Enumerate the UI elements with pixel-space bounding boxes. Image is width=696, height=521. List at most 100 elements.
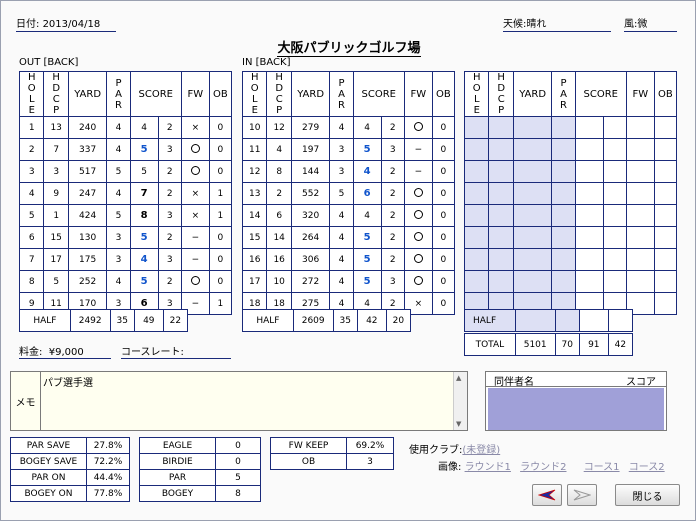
image-link-course2[interactable]: コース2 xyxy=(629,462,665,473)
hole-fw[interactable]: − xyxy=(180,226,210,249)
extra-half-score xyxy=(578,309,609,332)
memo-scrollbar[interactable]: ▲ ▼ xyxy=(453,372,467,430)
hole-putt[interactable]: 2 xyxy=(380,204,405,227)
empty-cell xyxy=(625,248,655,271)
empty-cell xyxy=(551,270,576,293)
empty-cell xyxy=(488,226,514,249)
hole-score[interactable]: 5 xyxy=(129,226,159,249)
hole-fw[interactable]: × xyxy=(180,182,210,205)
memo-text[interactable]: パブ選手選 xyxy=(43,374,93,389)
hole-ob[interactable]: 0 xyxy=(431,182,456,205)
hole-putt[interactable]: 3 xyxy=(157,204,182,227)
hole-ob[interactable]: 0 xyxy=(208,116,233,139)
stat-row: EAGLE 0 xyxy=(139,437,261,454)
hole-fw[interactable] xyxy=(403,116,433,139)
hole-score[interactable]: 5 xyxy=(352,226,382,249)
hole-score[interactable]: 4 xyxy=(129,248,159,271)
hole-ob[interactable]: 0 xyxy=(208,226,233,249)
hole-yard: 337 xyxy=(67,138,108,161)
empty-cell xyxy=(551,138,576,161)
hole-ob[interactable]: 0 xyxy=(208,138,233,161)
prev-button[interactable] xyxy=(532,484,562,506)
hole-ob[interactable]: 0 xyxy=(431,138,456,161)
col-hole: HOLE xyxy=(463,71,490,117)
hole-score[interactable]: 5 xyxy=(352,138,382,161)
hole-ob[interactable]: 1 xyxy=(208,204,233,227)
hole-putt[interactable]: 2 xyxy=(380,226,405,249)
hole-ob[interactable]: 0 xyxy=(431,160,456,183)
hole-putt[interactable]: 2 xyxy=(157,182,182,205)
hole-score[interactable]: 5 xyxy=(129,138,159,161)
hole-score[interactable]: 4 xyxy=(352,116,382,139)
hole-putt[interactable]: 3 xyxy=(157,248,182,271)
extra-half-label: HALF xyxy=(464,309,516,332)
hole-putt[interactable]: 2 xyxy=(157,160,182,183)
hole-putt[interactable]: 2 xyxy=(157,270,182,293)
hole-fw[interactable] xyxy=(403,248,433,271)
hole-score[interactable]: 5 xyxy=(352,248,382,271)
hole-ob[interactable]: 0 xyxy=(431,116,456,139)
hole-fw[interactable]: − xyxy=(180,248,210,271)
hole-putt[interactable]: 2 xyxy=(157,226,182,249)
hole-putt[interactable]: 3 xyxy=(157,138,182,161)
companions-body[interactable] xyxy=(488,388,664,430)
empty-cell xyxy=(551,182,576,205)
hole-ob[interactable]: 0 xyxy=(431,292,456,315)
image-link-round1[interactable]: ラウンド1 xyxy=(465,462,511,473)
image-link-course1[interactable]: コース1 xyxy=(584,462,620,473)
scroll-down-icon[interactable]: ▼ xyxy=(456,420,461,428)
hole-row: 6 15 130 3 5 2−0 xyxy=(18,226,233,249)
hole-ob[interactable]: 1 xyxy=(208,292,233,315)
hole-fw[interactable]: − xyxy=(403,138,433,161)
hole-putt[interactable]: 2 xyxy=(157,116,182,139)
hole-fw[interactable]: × xyxy=(180,204,210,227)
hole-score[interactable]: 6 xyxy=(352,182,382,205)
hole-ob[interactable]: 0 xyxy=(208,160,233,183)
wind-label: 風: xyxy=(624,19,638,30)
hole-putt[interactable]: 2 xyxy=(380,160,405,183)
hole-ob[interactable]: 0 xyxy=(431,270,456,293)
hole-fw[interactable] xyxy=(403,270,433,293)
hole-ob[interactable]: 0 xyxy=(208,248,233,271)
image-link-round2[interactable]: ラウンド2 xyxy=(520,462,566,473)
hole-ob[interactable]: 0 xyxy=(431,226,456,249)
hole-fw[interactable]: × xyxy=(180,116,210,139)
hole-fw[interactable] xyxy=(403,204,433,227)
hole-score[interactable]: 4 xyxy=(352,160,382,183)
hole-ob[interactable]: 0 xyxy=(431,248,456,271)
stat-row: PAR ON 44.4% xyxy=(10,469,130,486)
scroll-up-icon[interactable]: ▲ xyxy=(456,374,461,382)
hole-fw[interactable] xyxy=(180,138,210,161)
arrow-right-icon xyxy=(573,489,591,501)
stats-table-rates: PAR SAVE 27.8% BOGEY SAVE 72.2% PAR ON 44.4% B… xyxy=(10,437,130,502)
hole-par: 4 xyxy=(329,248,354,271)
hole-score[interactable]: 5 xyxy=(129,270,159,293)
close-button[interactable]: 閉じる xyxy=(615,484,680,506)
hole-putt[interactable]: 3 xyxy=(380,138,405,161)
hole-score[interactable]: 4 xyxy=(129,116,159,139)
hole-ob[interactable]: 0 xyxy=(208,270,233,293)
hole-fw[interactable] xyxy=(180,270,210,293)
scorecard-window: 日付: 2013/04/18 天候:晴れ 風:微 大阪パブリックゴルフ場 OUT… xyxy=(0,0,696,521)
next-button[interactable] xyxy=(567,484,597,506)
stat-label: PAR SAVE xyxy=(10,437,87,454)
hole-score[interactable]: 5 xyxy=(352,270,382,293)
hole-fw[interactable] xyxy=(180,160,210,183)
club-link[interactable]: (未登録) xyxy=(462,445,500,456)
out-half-yard: 2492 xyxy=(69,309,111,332)
hole-ob[interactable]: 1 xyxy=(208,182,233,205)
hole-fw[interactable]: − xyxy=(403,160,433,183)
hole-fw[interactable] xyxy=(403,226,433,249)
hole-putt[interactable]: 2 xyxy=(380,248,405,271)
hole-hole: 4 xyxy=(18,182,45,205)
hole-fw[interactable] xyxy=(403,182,433,205)
hole-putt[interactable]: 2 xyxy=(380,116,405,139)
hole-score[interactable]: 8 xyxy=(129,204,159,227)
hole-putt[interactable]: 2 xyxy=(380,182,405,205)
hole-ob[interactable]: 0 xyxy=(431,204,456,227)
hole-score[interactable]: 5 xyxy=(129,160,159,183)
hole-score[interactable]: 4 xyxy=(352,204,382,227)
hole-score[interactable]: 7 xyxy=(129,182,159,205)
fw-hit-icon xyxy=(413,209,423,219)
hole-putt[interactable]: 3 xyxy=(380,270,405,293)
